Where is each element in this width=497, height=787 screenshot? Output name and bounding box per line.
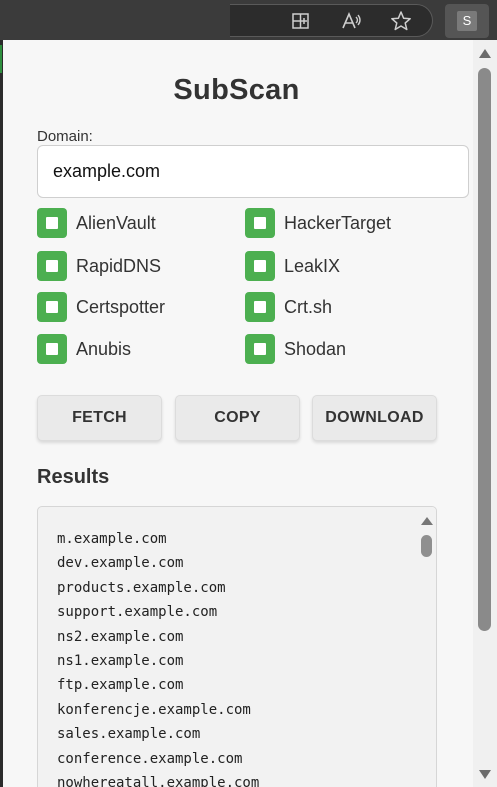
source-checkbox-crtsh[interactable]: Crt.sh [245, 292, 332, 322]
extension-popup: SubScan Domain: AlienVault HackerTarget … [3, 40, 473, 787]
checkbox-icon[interactable] [245, 251, 275, 281]
split-screen-icon[interactable] [289, 9, 313, 33]
source-checkbox-alienvault[interactable]: AlienVault [37, 208, 156, 238]
checkbox-icon[interactable] [37, 208, 67, 238]
checkbox-icon[interactable] [37, 251, 67, 281]
source-label: Crt.sh [284, 296, 333, 317]
source-label: Anubis [76, 338, 132, 359]
result-item: dev.example.com [57, 555, 184, 572]
popup-title: SubScan [173, 74, 300, 106]
checkbox-icon[interactable] [37, 292, 67, 322]
checkbox-icon[interactable] [245, 334, 275, 364]
result-item: conference.example.com [57, 750, 243, 767]
download-button[interactable]: DOWNLOAD [312, 395, 437, 441]
result-item: nowhereatall.example.com [57, 774, 260, 787]
popup-scroll-thumb[interactable] [478, 68, 491, 631]
source-checkbox-rapiddns[interactable]: RapidDNS [37, 251, 161, 281]
results-scroll-thumb[interactable] [421, 535, 432, 557]
results-heading: Results [37, 466, 110, 488]
source-checkbox-hackertarget[interactable]: HackerTarget [245, 208, 391, 238]
source-checkbox-certspotter[interactable]: Certspotter [37, 292, 165, 322]
result-item: konferencje.example.com [57, 701, 251, 718]
scroll-down-arrow-icon[interactable] [479, 770, 491, 779]
checkbox-icon[interactable] [245, 292, 275, 322]
result-item: m.example.com [57, 531, 167, 547]
scroll-up-arrow-icon[interactable] [421, 517, 433, 525]
copy-button[interactable]: COPY [175, 395, 300, 441]
source-checkbox-anubis[interactable]: Anubis [37, 334, 131, 364]
result-item: ns2.example.com [57, 628, 184, 645]
scroll-up-arrow-icon[interactable] [479, 49, 491, 58]
checkbox-icon[interactable] [37, 334, 67, 364]
source-label: Certspotter [76, 296, 166, 317]
fetch-button[interactable]: FETCH [37, 395, 162, 441]
result-item: ns1.example.com [57, 652, 184, 669]
result-item: sales.example.com [57, 726, 201, 743]
results-scrollbar[interactable] [418, 507, 436, 787]
background-page-accent [0, 45, 2, 73]
result-item: ftp.example.com [57, 677, 184, 694]
results-list: m.example.com dev.example.com products.e… [57, 527, 259, 787]
read-aloud-icon[interactable] [340, 9, 364, 33]
source-checkbox-shodan[interactable]: Shodan [245, 334, 346, 364]
popup-scrollbar[interactable] [473, 40, 497, 787]
source-label: HackerTarget [284, 212, 392, 233]
result-item: products.example.com [57, 579, 226, 596]
extension-badge: S [457, 11, 477, 31]
source-label: RapidDNS [76, 255, 162, 276]
source-label: AlienVault [76, 212, 156, 233]
results-textarea[interactable]: m.example.com dev.example.com products.e… [37, 506, 437, 787]
extension-button[interactable]: S [445, 4, 489, 38]
result-item: support.example.com [57, 604, 218, 621]
source-checkbox-leakix[interactable]: LeakIX [245, 251, 340, 281]
checkbox-icon[interactable] [245, 208, 275, 238]
source-label: LeakIX [284, 255, 341, 276]
domain-label: Domain: [37, 128, 93, 145]
favorite-star-icon[interactable] [389, 9, 413, 33]
source-label: Shodan [284, 338, 347, 359]
domain-input[interactable] [37, 145, 469, 198]
browser-toolbar: S [0, 0, 497, 40]
